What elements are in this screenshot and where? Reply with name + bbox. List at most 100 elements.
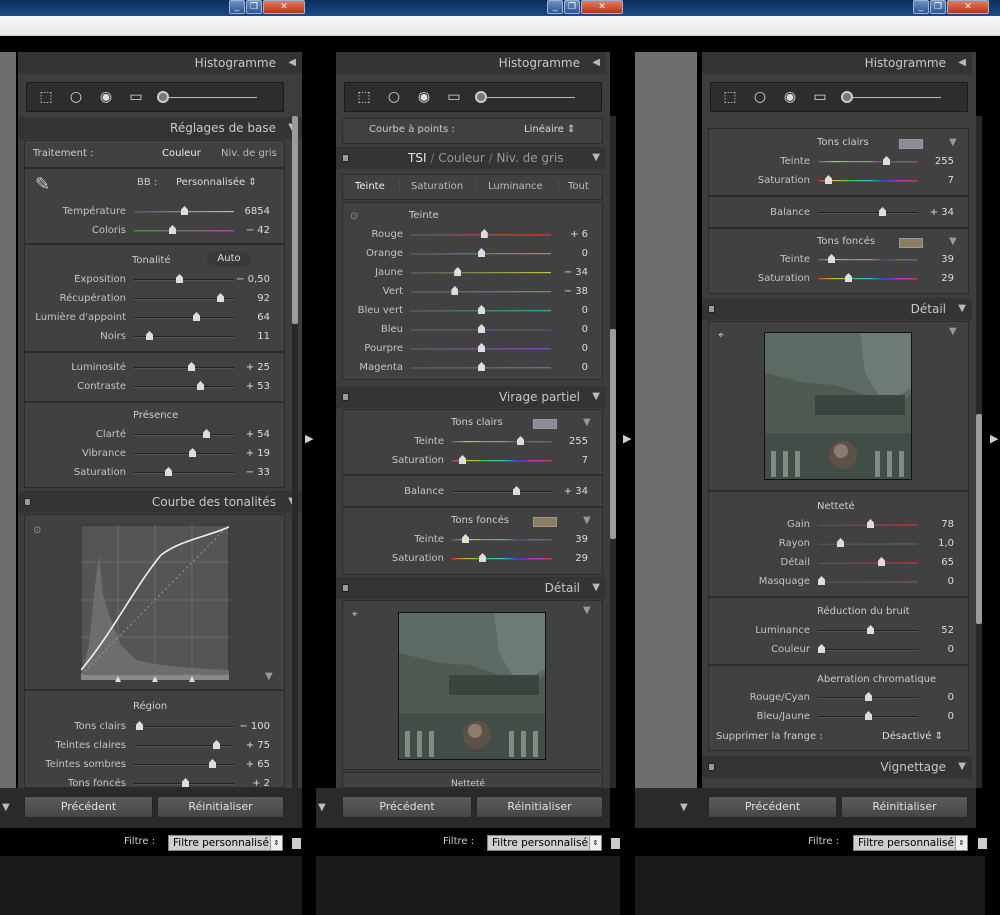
slider-knob[interactable] bbox=[146, 331, 153, 340]
slider-value[interactable]: + 19 bbox=[234, 444, 270, 463]
slider-knob[interactable] bbox=[197, 381, 204, 390]
crop-icon[interactable]: ⬚ bbox=[355, 88, 373, 106]
color-option[interactable]: Couleur bbox=[162, 148, 201, 159]
panel-scrollbar[interactable] bbox=[976, 116, 982, 788]
target-adjust-icon[interactable]: ⊙ bbox=[33, 525, 41, 536]
restore-button[interactable]: ❐ bbox=[930, 0, 946, 14]
slider-knob[interactable] bbox=[478, 362, 485, 371]
red-eye-icon[interactable]: ◉ bbox=[97, 88, 115, 106]
close-button[interactable]: ✕ bbox=[581, 0, 623, 14]
slider-knob[interactable] bbox=[188, 362, 195, 371]
slider-knob[interactable] bbox=[217, 293, 224, 302]
slider-value[interactable]: 255 bbox=[918, 152, 954, 171]
graduated-filter-icon[interactable]: ▭ bbox=[127, 88, 145, 106]
graduated-filter-icon[interactable]: ▭ bbox=[811, 88, 829, 106]
collapse-icon[interactable]: ▼ bbox=[583, 515, 591, 526]
slider-knob[interactable] bbox=[478, 305, 485, 314]
slider-value[interactable]: 1,0 bbox=[918, 534, 954, 553]
panel-scrollbar[interactable] bbox=[610, 116, 616, 788]
slider-knob[interactable] bbox=[845, 273, 852, 282]
slider-knob[interactable] bbox=[825, 175, 832, 184]
split-toning-header[interactable]: Virage partiel ▼ bbox=[336, 386, 606, 408]
basic-header[interactable]: Réglages de base▼ bbox=[18, 117, 302, 139]
slider-knob[interactable] bbox=[818, 644, 825, 653]
slider-value[interactable]: 78 bbox=[918, 515, 954, 534]
slider-value[interactable]: 7 bbox=[552, 451, 588, 470]
close-button[interactable]: ✕ bbox=[263, 0, 305, 14]
slider-track[interactable] bbox=[452, 460, 552, 462]
slider-knob[interactable] bbox=[209, 759, 216, 768]
slider-knob[interactable] bbox=[136, 721, 143, 730]
histogram-header[interactable]: Histogramme ◀ bbox=[18, 52, 302, 74]
slider-knob[interactable] bbox=[879, 207, 886, 216]
slider-track[interactable] bbox=[134, 386, 234, 388]
slider-value[interactable]: − 0,50 bbox=[234, 270, 270, 289]
tone-curve-graph[interactable] bbox=[81, 525, 229, 683]
tab-saturation[interactable]: Saturation bbox=[411, 181, 463, 192]
lock-icon[interactable] bbox=[978, 838, 987, 849]
dropdown-icon[interactable]: ▼ bbox=[2, 802, 10, 813]
slider-value[interactable]: + 75 bbox=[234, 736, 270, 755]
tone-curve-header[interactable]: Courbe des tonalités▼ bbox=[18, 491, 302, 513]
wb-select[interactable]: Personnalisée ⇕ bbox=[176, 177, 257, 188]
crop-icon[interactable]: ⬚ bbox=[721, 88, 739, 106]
histogram-header[interactable]: Histogramme ◀ bbox=[336, 52, 606, 74]
slider-knob[interactable] bbox=[883, 156, 890, 165]
slider-track[interactable] bbox=[818, 562, 918, 564]
eyedropper-icon[interactable]: ✎ bbox=[35, 174, 50, 195]
slider-knob[interactable] bbox=[878, 557, 885, 566]
grayscale-tab[interactable]: Niv. de gris bbox=[496, 151, 563, 165]
reset-button[interactable]: Réinitialiser bbox=[841, 796, 968, 818]
slider-value[interactable]: + 34 bbox=[552, 482, 588, 501]
tab-luminance[interactable]: Luminance bbox=[488, 181, 543, 192]
slider-value[interactable]: 29 bbox=[552, 549, 588, 568]
slider-value[interactable]: 65 bbox=[918, 553, 954, 572]
slider-track[interactable] bbox=[134, 764, 234, 766]
point-curve-select[interactable]: Linéaire ⇕ bbox=[524, 124, 575, 135]
slider-value[interactable]: 6854 bbox=[234, 202, 270, 221]
slider-value[interactable]: + 54 bbox=[234, 425, 270, 444]
slider-knob[interactable] bbox=[165, 467, 172, 476]
slider-value[interactable]: − 100 bbox=[234, 717, 270, 736]
collapse-icon[interactable]: ▼ bbox=[949, 236, 957, 247]
slider-value[interactable]: 0 bbox=[551, 358, 588, 377]
spot-removal-icon[interactable]: ○ bbox=[751, 88, 769, 106]
minimize-button[interactable]: _ bbox=[913, 0, 929, 14]
slider-value[interactable]: 0 bbox=[918, 640, 954, 659]
red-eye-icon[interactable]: ◉ bbox=[415, 88, 433, 106]
minimize-button[interactable]: _ bbox=[229, 0, 245, 14]
detail-preview-image[interactable] bbox=[764, 332, 912, 480]
slider-knob[interactable] bbox=[818, 576, 825, 585]
slider-value[interactable]: − 34 bbox=[551, 263, 588, 282]
slider-track[interactable] bbox=[134, 230, 234, 232]
panel-toggle-icon[interactable]: ▶ bbox=[623, 432, 631, 445]
slider-knob[interactable] bbox=[828, 254, 835, 263]
slider-value[interactable]: 0 bbox=[918, 688, 954, 707]
slider-knob[interactable] bbox=[462, 534, 469, 543]
slider-knob[interactable] bbox=[865, 711, 872, 720]
slider-value[interactable]: 7 bbox=[918, 171, 954, 190]
defringe-select[interactable]: Désactivé ⇕ bbox=[882, 731, 943, 742]
slider-knob[interactable] bbox=[182, 778, 189, 787]
shadows-swatch[interactable] bbox=[533, 517, 557, 527]
dropdown-icon[interactable]: ▼ bbox=[318, 802, 326, 813]
tsi-tab[interactable]: TSI bbox=[408, 151, 427, 165]
slider-value[interactable]: 29 bbox=[918, 269, 954, 288]
slider-track[interactable] bbox=[452, 441, 552, 443]
detail-preview-image[interactable] bbox=[398, 612, 546, 760]
highlights-swatch[interactable] bbox=[899, 139, 923, 149]
slider-value[interactable]: 64 bbox=[234, 308, 270, 327]
slider-track[interactable] bbox=[134, 453, 234, 455]
slider-knob[interactable] bbox=[454, 267, 462, 276]
slider-value[interactable]: 0 bbox=[551, 320, 588, 339]
slider-track[interactable] bbox=[411, 291, 551, 293]
restore-button[interactable]: ❐ bbox=[564, 0, 580, 14]
close-button[interactable]: ✕ bbox=[947, 0, 989, 14]
slider-knob[interactable] bbox=[203, 429, 210, 438]
slider-value[interactable]: − 33 bbox=[234, 463, 270, 482]
slider-knob[interactable] bbox=[867, 519, 874, 528]
previous-button[interactable]: Précédent bbox=[342, 796, 472, 818]
slider-track[interactable] bbox=[818, 581, 918, 583]
panel-toggle-icon[interactable]: ▶ bbox=[990, 432, 998, 445]
slider-value[interactable]: + 6 bbox=[551, 225, 588, 244]
